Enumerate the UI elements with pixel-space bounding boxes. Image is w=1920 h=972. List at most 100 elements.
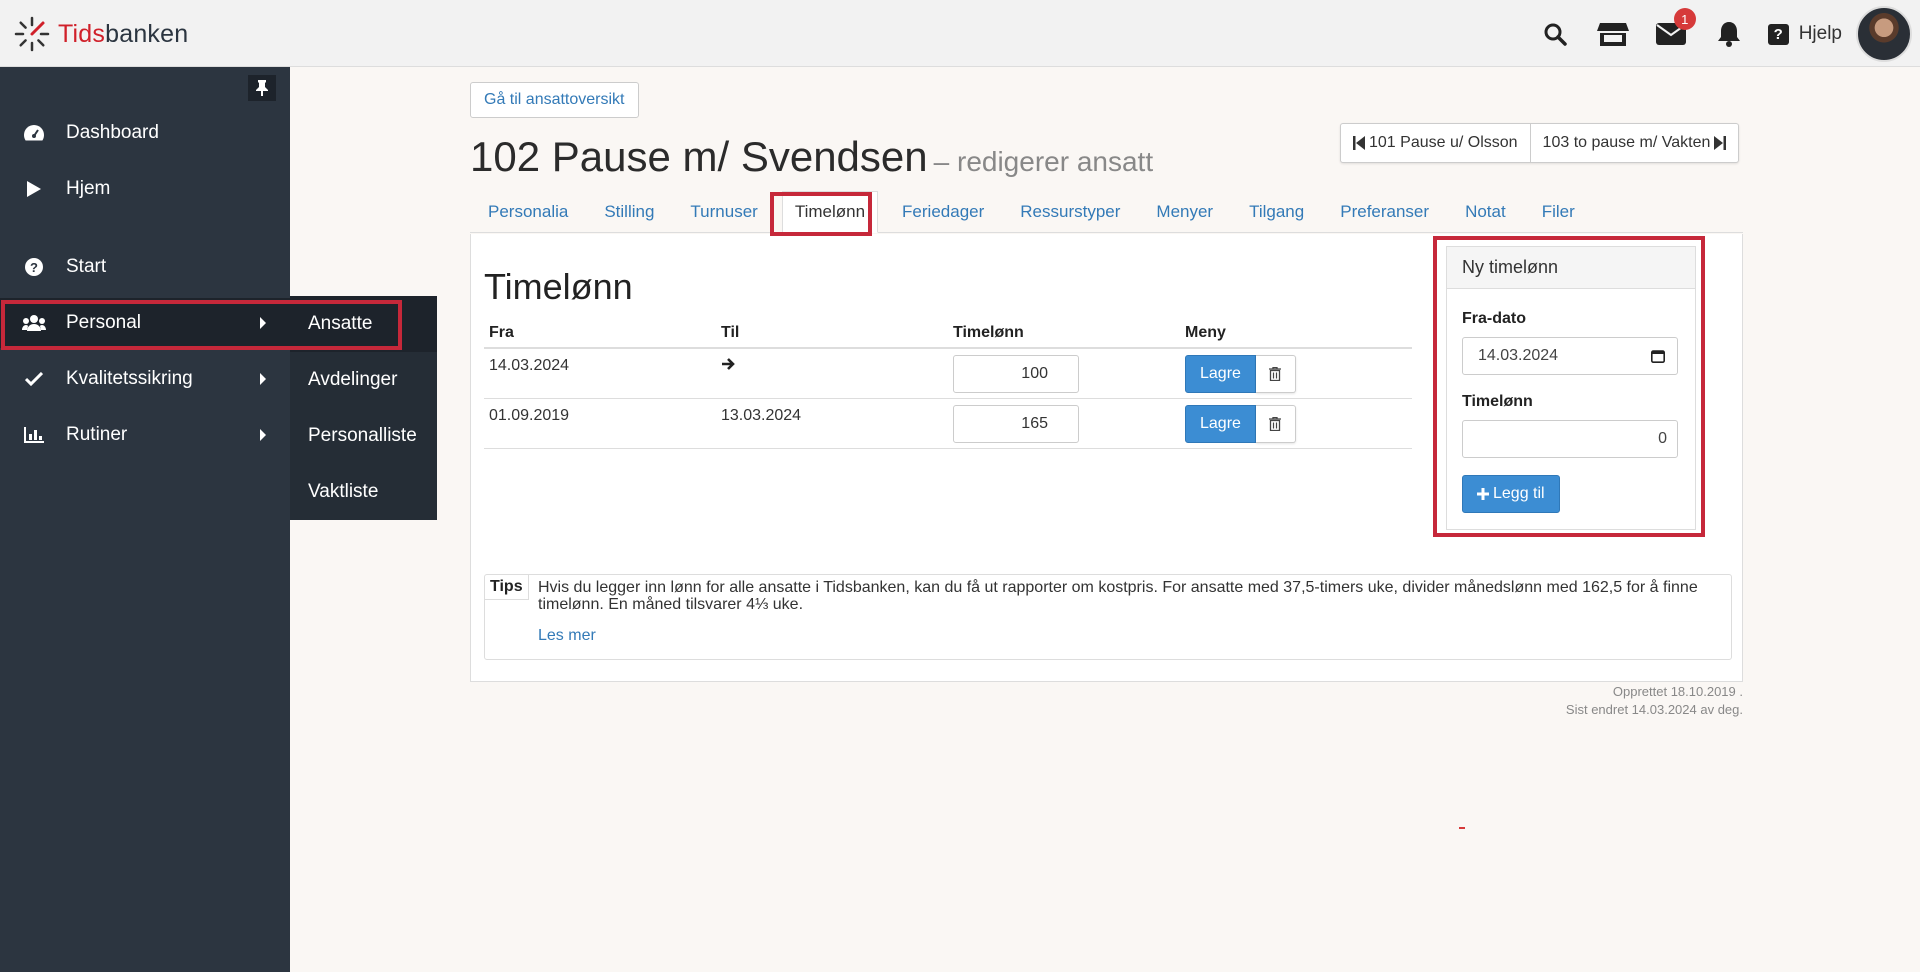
caret-right-icon	[260, 317, 266, 329]
sidebar-item-label: Rutiner	[66, 424, 128, 445]
step-forward-icon	[1714, 136, 1727, 150]
new-wage-card: Ny timelønn Fra-dato 14.03.2024 Timelønn…	[1446, 246, 1696, 530]
column-header-meny: Meny	[1180, 318, 1412, 349]
cell-timelonn	[948, 398, 1180, 449]
tab-timelonn[interactable]: Timelønn	[781, 191, 879, 233]
save-button[interactable]: Lagre	[1185, 404, 1256, 443]
tab-stilling[interactable]: Stilling	[586, 191, 672, 233]
new-wage-title: Ny timelønn	[1447, 247, 1695, 289]
employee-overview-button[interactable]: Gå til ansattoversikt	[470, 82, 639, 118]
date-value: 14.03.2024	[1478, 347, 1559, 364]
section-title: Timelønn	[484, 266, 633, 307]
cell-timelonn	[948, 348, 1180, 399]
prev-employee-button[interactable]: 101 Pause u/ Olsson	[1341, 124, 1530, 162]
step-backward-icon	[1353, 136, 1365, 150]
check-icon	[25, 372, 43, 386]
delete-button[interactable]	[1255, 355, 1296, 393]
employee-tabs: Personalia Stilling Turnuser Timelønn Fe…	[470, 191, 1743, 233]
add-wage-button[interactable]: Legg til	[1462, 475, 1560, 513]
row-actions: Lagre	[1185, 355, 1412, 393]
sidebar-item-hjem[interactable]: Hjem	[0, 164, 290, 214]
plus-icon	[1477, 488, 1489, 500]
delete-button[interactable]	[1255, 404, 1296, 443]
tab-turnuser[interactable]: Turnuser	[672, 191, 775, 233]
tips-box: Tips Hvis du legger inn lønn for alle an…	[484, 574, 1732, 660]
column-header-til: Til	[716, 318, 948, 349]
store-button[interactable]	[1584, 6, 1642, 62]
tab-ressurstyper[interactable]: Ressurstyper	[1002, 191, 1138, 233]
sidebar-item-personal[interactable]: Personal	[0, 298, 290, 348]
tidsbanken-logo-icon	[14, 16, 50, 52]
tab-filer[interactable]: Filer	[1524, 191, 1593, 233]
caret-right-icon	[260, 373, 266, 385]
logo[interactable]: Tidsbanken	[14, 16, 188, 52]
search-icon	[1544, 23, 1567, 46]
avatar[interactable]	[1856, 6, 1912, 62]
tab-feriedager[interactable]: Feriedager	[884, 191, 1002, 233]
sidebar-item-label: Personal	[66, 312, 141, 333]
mail-button[interactable]: 1	[1642, 6, 1700, 62]
date-label: Fra-dato	[1462, 310, 1526, 327]
table-row: 14.03.2024 Lagre	[484, 348, 1412, 399]
next-employee-label: 103 to pause m/ Vakten	[1542, 134, 1711, 151]
cell-til	[716, 348, 948, 399]
sidebar-item-kvalitetssikring[interactable]: Kvalitetssikring	[0, 354, 290, 404]
sidebar-item-label: Kvalitetssikring	[66, 368, 193, 389]
sidebar-item-label: Hjem	[66, 178, 111, 199]
calendar-icon	[1651, 350, 1665, 363]
logo-text: Tidsbanken	[58, 19, 189, 48]
changed-text: Sist endret 14.03.2024 av deg.	[1565, 702, 1743, 717]
sidebar-item-start[interactable]: ? Start	[0, 242, 290, 292]
next-employee-button[interactable]: 103 to pause m/ Vakten	[1529, 124, 1739, 162]
stray-mark	[1459, 827, 1465, 829]
cell-meny: Lagre	[1180, 398, 1412, 449]
wage-input[interactable]	[953, 404, 1079, 443]
prev-employee-label: 101 Pause u/ Olsson	[1369, 134, 1518, 151]
read-more-link[interactable]: Les mer	[538, 627, 596, 645]
date-input[interactable]: 14.03.2024	[1462, 337, 1678, 375]
cell-fra: 01.09.2019	[484, 398, 716, 449]
help-link[interactable]: ? Hjelp	[1767, 23, 1842, 45]
svg-text:?: ?	[30, 260, 38, 275]
page-subtitle: – redigerer ansatt	[933, 146, 1154, 177]
column-header-fra: Fra	[484, 318, 716, 349]
trash-icon	[1269, 367, 1282, 381]
table-row: 01.09.2019 13.03.2024 Lagre	[484, 398, 1412, 449]
table-header-row: Fra Til Timelønn Meny	[484, 318, 1412, 349]
search-button[interactable]	[1526, 6, 1584, 62]
tab-tilgang[interactable]: Tilgang	[1231, 191, 1322, 233]
wage-input[interactable]	[953, 355, 1079, 393]
new-wage-value: 0	[1658, 430, 1667, 447]
pin-sidebar-button[interactable]	[248, 75, 276, 101]
wage-table: Fra Til Timelønn Meny 14.03.2024 100 Lag…	[484, 318, 1412, 449]
sidebar-item-dashboard[interactable]: Dashboard	[0, 108, 290, 158]
help-label: Hjelp	[1798, 23, 1842, 44]
trash-icon	[1269, 416, 1282, 431]
tab-notat[interactable]: Notat	[1447, 191, 1524, 233]
add-wage-label: Legg til	[1493, 485, 1545, 502]
cell-til: 13.03.2024	[716, 398, 948, 449]
save-button[interactable]: Lagre	[1185, 355, 1256, 393]
column-header-timelonn: Timelønn	[948, 318, 1180, 349]
new-wage-input[interactable]: 0	[1462, 420, 1678, 458]
caret-right-icon	[260, 429, 266, 441]
tips-text: Hvis du legger inn lønn for alle ansatte…	[538, 579, 1698, 613]
pin-icon	[256, 80, 268, 96]
employee-navigation: 101 Pause u/ Olsson 103 to pause m/ Vakt…	[1340, 123, 1740, 163]
tips-label: Tips	[485, 575, 529, 600]
record-meta: Opprettet 18.10.2019 . Sist endret 14.03…	[1566, 683, 1743, 719]
top-bar: Tidsbanken 1 ? Hjelp	[0, 0, 1920, 67]
tab-preferanser[interactable]: Preferanser	[1322, 191, 1447, 233]
wage-label: Timelønn	[1462, 393, 1533, 410]
sidebar-item-label: Dashboard	[66, 122, 159, 143]
top-icons: 1 ? Hjelp	[1526, 6, 1912, 62]
notifications-button[interactable]	[1700, 6, 1758, 62]
sidebar-item-rutiner[interactable]: Rutiner	[0, 410, 290, 460]
page-title: 102 Pause m/ Svendsen – redigerer ansatt	[470, 133, 1154, 180]
arrow-right-icon	[722, 358, 735, 370]
tab-menyer[interactable]: Menyer	[1138, 191, 1231, 233]
row-actions: Lagre	[1185, 404, 1412, 443]
users-icon	[22, 315, 46, 331]
sidebar-item-label: Start	[66, 256, 107, 277]
tab-personalia[interactable]: Personalia	[470, 191, 586, 233]
